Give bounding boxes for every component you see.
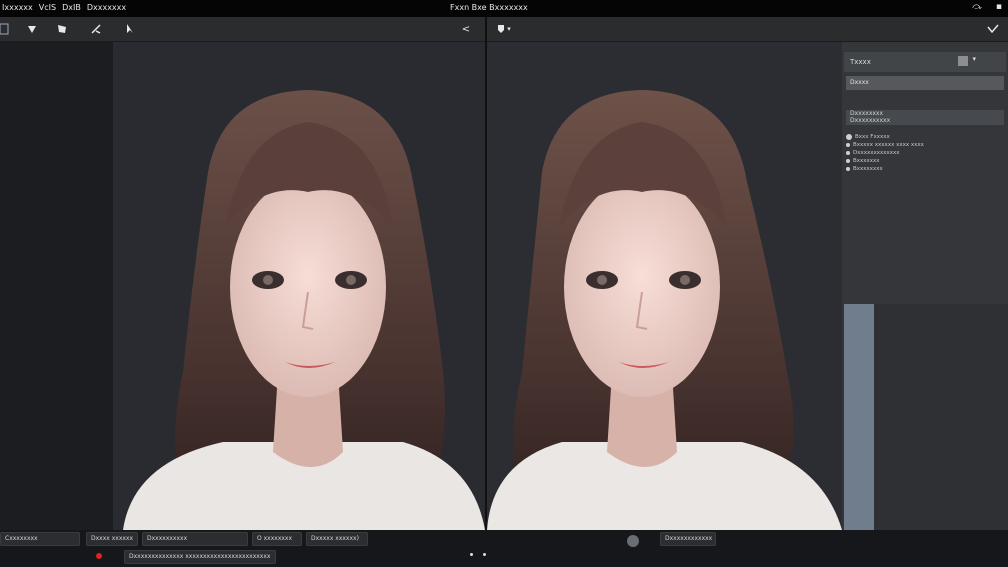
bullet-icon <box>846 159 850 163</box>
panel-options-list: Bxxx Fxxxxx Bxxxxx xxxxxx xxxx xxxx Dxxx… <box>846 133 1004 173</box>
mask-icon[interactable] <box>54 21 70 37</box>
collapse-panel-button[interactable]: < <box>458 21 474 37</box>
minimize-icon[interactable]: ⤼ <box>972 2 982 12</box>
menu-item[interactable]: Dxxxxxxx <box>87 3 126 12</box>
menu-bar: Ixxxxxx VcIS DxIB Dxxxxxxx Fxxn Bxe Bxxx… <box>0 0 1008 17</box>
list-item[interactable]: Dxxxxxxxxxxxxx <box>846 149 1004 157</box>
canvas-before[interactable] <box>113 42 485 530</box>
transform-icon[interactable] <box>24 21 40 37</box>
brush-icon[interactable] <box>88 21 104 37</box>
status-message: Dxxxxxxxxxxxxxx xxxxxxxxxxxxxxxxxxxxxxxx <box>124 550 276 564</box>
menu-item[interactable]: Ixxxxxx <box>2 3 33 12</box>
status-item[interactable]: Dxxxxxxxxxxxx <box>660 532 716 546</box>
page-dot[interactable] <box>483 553 486 556</box>
record-icon[interactable] <box>96 553 102 559</box>
bullet-icon <box>846 143 850 147</box>
panel-title: Txxxx <box>850 58 871 66</box>
bullet-icon <box>846 151 850 155</box>
histogram-bar <box>844 304 874 530</box>
menu-item[interactable]: DxIB <box>62 3 81 12</box>
section-subtitle: Dxxxxxxxxxx <box>850 117 891 124</box>
panel-input-field[interactable]: Dxxxx <box>846 76 1004 90</box>
status-item[interactable]: O xxxxxxxx <box>252 532 302 546</box>
panel-lower-area <box>874 304 1008 530</box>
menu-item[interactable]: VcIS <box>39 3 56 12</box>
list-item[interactable]: Bxxxxx xxxxxx xxxx xxxx <box>846 141 1004 149</box>
status-row-bottom: Dxxxxxxxxxxxxxx xxxxxxxxxxxxxxxxxxxxxxxx <box>0 550 1008 565</box>
photo-editor-window: Ixxxxxx VcIS DxIB Dxxxxxxx Fxxn Bxe Bxxx… <box>0 0 1008 567</box>
status-row-top: Cxxxxxxxx Dxxxx xxxxxx Dxxxxxxxxxx O xxx… <box>0 532 1008 548</box>
window-controls: ⤼ ▪ <box>972 2 1002 12</box>
collapse-icon[interactable] <box>985 21 1001 37</box>
radio-icon <box>846 134 852 140</box>
page-dot[interactable] <box>470 553 473 556</box>
panel-section-header[interactable]: Dxxxxxxxx Dxxxxxxxxxx <box>846 110 1004 125</box>
pointer-icon[interactable] <box>122 21 138 37</box>
left-sidebar <box>0 42 113 530</box>
list-item[interactable]: Bxxxxxxxx <box>846 165 1004 173</box>
status-item[interactable]: Dxxxxxxxxxx <box>142 532 248 546</box>
panel-header: Txxxx ▾ <box>844 52 1006 72</box>
window-title: Fxxn Bxe Bxxxxxxx <box>450 3 528 12</box>
status-item[interactable]: Dxxxxx xxxxxx) <box>306 532 368 546</box>
portrait-image-after <box>487 90 842 530</box>
pagination-dots[interactable] <box>470 553 486 556</box>
color-swatch[interactable] <box>958 56 968 66</box>
zoom-dial-icon[interactable] <box>627 535 639 547</box>
right-toolbar: ▾ <box>487 17 1008 42</box>
menu-items: Ixxxxxx VcIS DxIB Dxxxxxxx <box>2 3 126 12</box>
crop-icon[interactable] <box>0 21 12 37</box>
maximize-icon[interactable]: ▪ <box>996 2 1002 12</box>
list-item[interactable]: Bxxxxxxx <box>846 157 1004 165</box>
list-item[interactable]: Bxxx Fxxxxx <box>846 133 1004 141</box>
properties-panel: Txxxx ▾ Dxxxx Dxxxxxxxx Dxxxxxxxxxx Bxxx… <box>842 42 1008 530</box>
status-item[interactable]: Cxxxxxxxx <box>0 532 80 546</box>
chevron-down-icon[interactable]: ▾ <box>972 55 976 63</box>
bullet-icon <box>846 167 850 171</box>
status-bar: Cxxxxxxxx Dxxxx xxxxxx Dxxxxxxxxxx O xxx… <box>0 530 1008 567</box>
section-title: Dxxxxxxxx <box>850 110 884 117</box>
chevron-down-icon[interactable]: ▾ <box>501 21 517 37</box>
left-toolbar: < <box>0 17 485 42</box>
portrait-image-before <box>123 90 485 530</box>
status-item[interactable]: Dxxxx xxxxxx <box>86 532 138 546</box>
canvas-after[interactable] <box>487 42 842 530</box>
